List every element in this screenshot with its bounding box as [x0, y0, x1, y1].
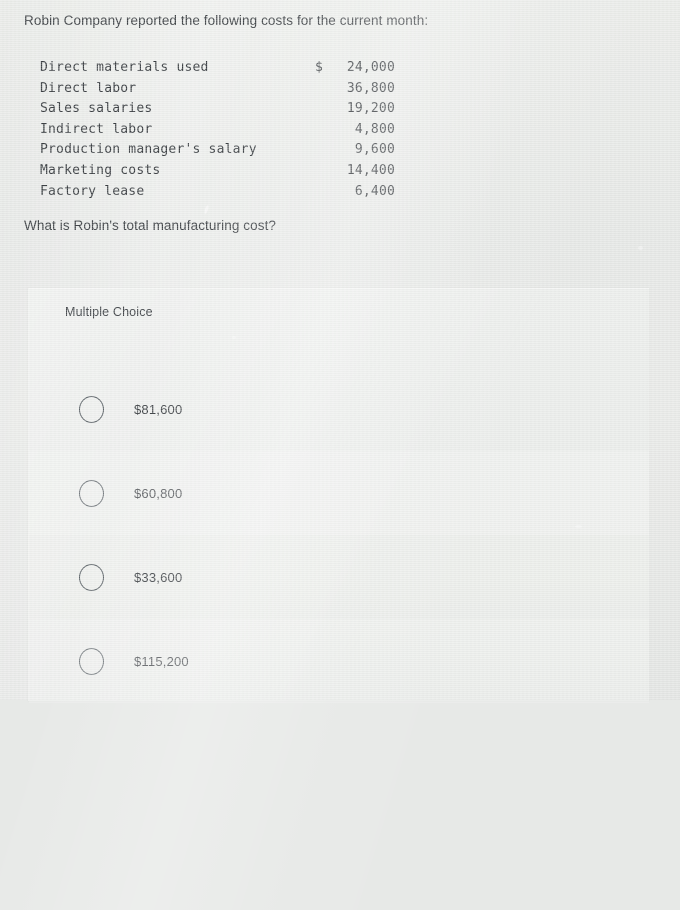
table-row: Direct materials used $ 24,000	[40, 58, 395, 79]
question-stem: Robin Company reported the following cos…	[24, 13, 429, 28]
answer-option-label: $81,600	[134, 401, 183, 417]
cost-currency	[315, 140, 333, 161]
cost-label: Indirect labor	[40, 121, 153, 137]
radio-button-icon[interactable]	[79, 395, 104, 423]
photo-speck	[638, 246, 643, 250]
cost-currency: $	[315, 60, 323, 75]
cost-amount: 6,400	[354, 183, 395, 199]
cost-amount: 4,800	[354, 121, 395, 137]
answer-card: Multiple Choice $81,600 $60,800 $33,600 …	[28, 288, 649, 703]
cost-table: Direct materials used $ 24,000 Direct la…	[40, 58, 395, 202]
cost-currency	[315, 182, 333, 203]
cost-currency	[315, 79, 333, 100]
table-row: Production manager's salary 9,600	[40, 140, 395, 161]
answer-option-label: $60,800	[134, 485, 183, 501]
answer-options-list: $81,600 $60,800 $33,600 $115,200	[29, 367, 649, 703]
table-row: Direct labor 36,800	[40, 79, 395, 100]
table-row: Indirect labor 4,800	[40, 120, 395, 141]
cost-currency	[315, 161, 333, 182]
cost-label: Production manager's salary	[40, 142, 257, 158]
radio-button-icon[interactable]	[79, 647, 104, 675]
cost-currency	[315, 99, 333, 120]
answer-option-2[interactable]: $60,800	[29, 451, 649, 535]
question-page: Robin Company reported the following cos…	[0, 0, 680, 703]
cost-currency	[315, 120, 333, 141]
answer-option-label: $115,200	[134, 653, 189, 669]
answer-option-label: $33,600	[134, 569, 183, 585]
cost-amount: 36,800	[346, 80, 395, 96]
table-row: Sales salaries 19,200	[40, 99, 395, 120]
cost-amount: 9,600	[354, 142, 395, 158]
answer-option-1[interactable]: $81,600	[29, 367, 649, 451]
answer-option-4[interactable]: $115,200	[29, 619, 649, 703]
cost-amount: 24,000	[346, 60, 395, 75]
answer-option-3[interactable]: $33,600	[29, 535, 649, 619]
table-row: Factory lease 6,400	[40, 182, 395, 203]
question-type-label: Multiple Choice	[65, 305, 153, 319]
cost-label: Direct labor	[40, 80, 137, 96]
table-row: Marketing costs 14,400	[40, 161, 395, 182]
cost-table-body: Direct materials used $ 24,000 Direct la…	[40, 58, 395, 202]
cost-label: Marketing costs	[40, 162, 161, 178]
cost-amount: 19,200	[346, 101, 395, 117]
radio-button-icon[interactable]	[79, 563, 104, 591]
cost-label: Direct materials used	[40, 60, 209, 75]
cost-label: Sales salaries	[40, 101, 153, 117]
question-prompt: What is Robin's total manufacturing cost…	[24, 218, 277, 233]
cost-label: Factory lease	[40, 183, 145, 199]
cost-amount: 14,400	[346, 162, 395, 178]
photo-speck	[203, 204, 210, 215]
radio-button-icon[interactable]	[79, 479, 104, 507]
